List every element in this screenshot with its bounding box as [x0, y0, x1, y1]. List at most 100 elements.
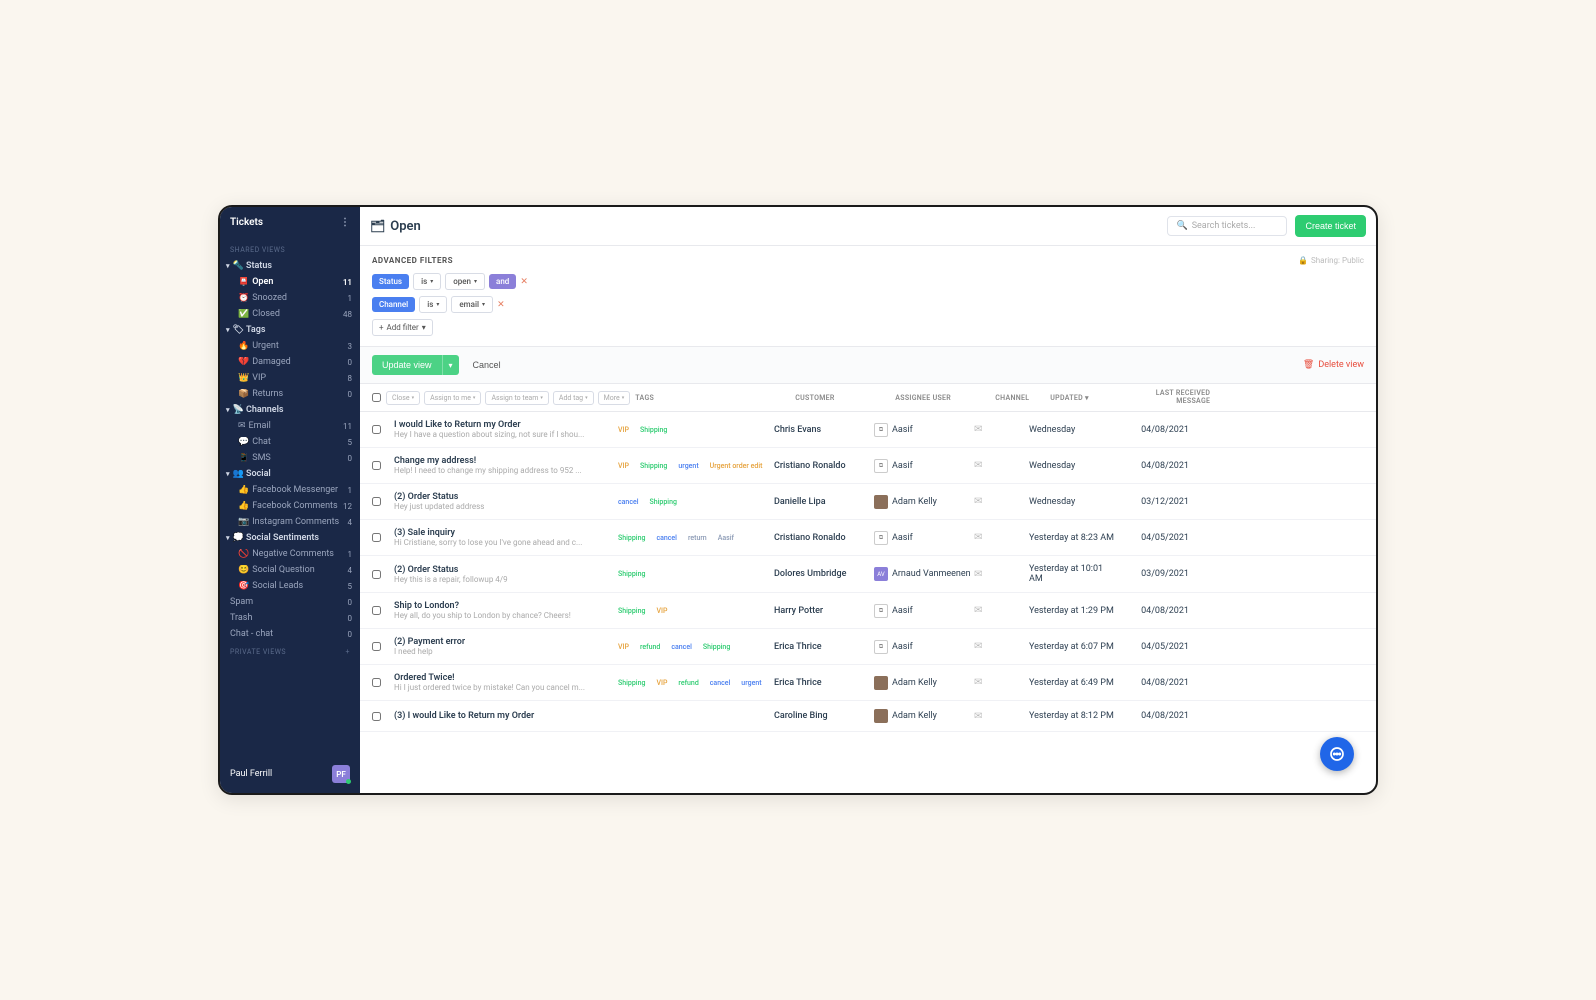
remove-filter-icon[interactable]: ✕	[520, 277, 528, 287]
updated-cell: Yesterday at 8:23 AM	[1029, 533, 1119, 543]
filter-conjunction[interactable]: and	[489, 274, 516, 289]
row-checkbox[interactable]	[372, 712, 381, 721]
sidebar-group-social[interactable]: ▾👥 Social	[220, 466, 360, 482]
ticket-row[interactable]: Ordered Twice! Hi I just ordered twice b…	[360, 665, 1376, 701]
sidebar-item-chat[interactable]: 💬Chat5	[220, 434, 360, 450]
assignee-avatar	[874, 709, 888, 723]
update-view-button[interactable]: Update view	[372, 355, 442, 375]
sidebar-item-damaged[interactable]: 💔Damaged0	[220, 354, 360, 370]
sidebar-item-trash[interactable]: Trash0	[220, 610, 360, 626]
filter-row: Channel is email ✕	[372, 296, 1364, 313]
sidebar-group-status[interactable]: ▾🔦 Status	[220, 258, 360, 274]
sidebar-group-tags[interactable]: ▾🏷 Tags	[220, 322, 360, 338]
ticket-row[interactable]: Ship to London? Hey all, do you ship to …	[360, 593, 1376, 629]
sharing-badge[interactable]: 🔒 Sharing: Public	[1298, 256, 1364, 265]
sidebar-item-sms[interactable]: 📱SMS0	[220, 450, 360, 466]
sidebar-item-spam[interactable]: Spam0	[220, 594, 360, 610]
bulk-assign-to-team[interactable]: Assign to team	[485, 391, 548, 405]
sidebar-item-negative-comments[interactable]: 🚫Negative Comments1	[220, 546, 360, 562]
add-private-view-icon[interactable]: +	[346, 648, 350, 656]
assignee-cell: AVArnaud Vanmeenen	[874, 567, 974, 581]
updated-cell: Yesterday at 1:29 PM	[1029, 606, 1119, 616]
filter-value[interactable]: email	[451, 296, 493, 313]
sidebar-item-instagram-comments[interactable]: 📷Instagram Comments4	[220, 514, 360, 530]
bulk-more[interactable]: More	[598, 391, 631, 405]
filter-operator[interactable]: is	[413, 273, 441, 290]
row-checkbox[interactable]	[372, 461, 381, 470]
bulk-close[interactable]: Close	[386, 391, 420, 405]
ticket-subject: (3) Sale inquiry	[394, 528, 614, 538]
ticket-subject: Ship to London?	[394, 601, 614, 611]
channel-icon: ✉	[974, 496, 1029, 507]
sidebar-menu-icon[interactable]: ⋮	[340, 217, 350, 228]
main-panel: 🗂 Open 🔍 Search tickets... Create ticket…	[360, 207, 1376, 793]
filter-operator[interactable]: is	[419, 296, 447, 313]
ticket-row[interactable]: Change my address! Help! I need to chang…	[360, 448, 1376, 484]
date-cell: 04/08/2021	[1119, 461, 1189, 471]
chat-fab[interactable]	[1320, 737, 1354, 771]
delete-view-button[interactable]: 🗑 Delete view	[1303, 360, 1364, 370]
tag: refund	[636, 642, 664, 652]
customer-cell: Cristiano Ronaldo	[774, 461, 874, 471]
customer-cell: Cristiano Ronaldo	[774, 533, 874, 543]
date-cell: 04/08/2021	[1119, 606, 1189, 616]
sidebar-item-open[interactable]: 📮Open11	[220, 274, 360, 290]
filter-value[interactable]: open	[445, 273, 485, 290]
tags-cell: VIPShippingurgentUrgent order edit	[614, 461, 774, 471]
filters-title: ADVANCED FILTERS	[372, 256, 453, 265]
ticket-row[interactable]: I would Like to Return my Order Hey I ha…	[360, 412, 1376, 448]
bulk-add-tag[interactable]: Add tag	[553, 391, 594, 405]
sidebar-item-chat---chat[interactable]: Chat - chat0	[220, 626, 360, 642]
row-checkbox[interactable]	[372, 425, 381, 434]
filter-field[interactable]: Channel	[372, 297, 415, 312]
remove-filter-icon[interactable]: ✕	[497, 300, 505, 310]
sidebar-group-channels[interactable]: ▾📡 Channels	[220, 402, 360, 418]
col-updated[interactable]: UPDATED ▾	[1050, 394, 1140, 402]
customer-cell: Dolores Umbridge	[774, 569, 874, 579]
bulk-assign-to-me[interactable]: Assign to me	[424, 391, 481, 405]
tags-cell: ShippingcancelreturnAasif	[614, 533, 774, 543]
add-filter-button[interactable]: + Add filter ▾	[372, 319, 433, 336]
select-all-checkbox[interactable]	[372, 393, 381, 402]
search-icon: 🔍	[1176, 221, 1187, 231]
row-checkbox[interactable]	[372, 642, 381, 651]
row-checkbox[interactable]	[372, 533, 381, 542]
sidebar-item-snoozed[interactable]: ⏰Snoozed1	[220, 290, 360, 306]
sidebar-item-email[interactable]: ✉Email11	[220, 418, 360, 434]
ticket-row[interactable]: (2) Order Status Hey just updated addres…	[360, 484, 1376, 520]
tag: Shipping	[699, 642, 734, 652]
ticket-row[interactable]: (2) Payment error I need help VIPrefundc…	[360, 629, 1376, 665]
assignee-cell: Adam Kelly	[874, 676, 974, 690]
create-ticket-button[interactable]: Create ticket	[1295, 215, 1366, 237]
customer-cell: Caroline Bing	[774, 711, 874, 721]
row-checkbox[interactable]	[372, 606, 381, 615]
sidebar-item-vip[interactable]: 👑VIP8	[220, 370, 360, 386]
row-checkbox[interactable]	[372, 678, 381, 687]
sidebar-item-closed[interactable]: ✅Closed48	[220, 306, 360, 322]
sidebar-item-social-leads[interactable]: 🎯Social Leads5	[220, 578, 360, 594]
update-view-dropdown[interactable]: ▾	[442, 355, 459, 375]
sidebar-item-returns[interactable]: 📦Returns0	[220, 386, 360, 402]
sidebar-group-social-sentiments[interactable]: ▾💭 Social Sentiments	[220, 530, 360, 546]
customer-cell: Chris Evans	[774, 425, 874, 435]
updated-cell: Yesterday at 6:49 PM	[1029, 678, 1119, 688]
row-checkbox[interactable]	[372, 497, 381, 506]
ticket-row[interactable]: (3) I would Like to Return my Order Caro…	[360, 701, 1376, 732]
ticket-row[interactable]: (3) Sale inquiry Hi Cristiane, sorry to …	[360, 520, 1376, 556]
ticket-row[interactable]: (2) Order Status Hey this is a repair, f…	[360, 556, 1376, 593]
user-avatar[interactable]: PF	[332, 765, 350, 783]
ticket-preview: I need help	[394, 647, 604, 656]
date-cell: 04/08/2021	[1119, 711, 1189, 721]
ticket-subject: (3) I would Like to Return my Order	[394, 711, 614, 721]
cancel-button[interactable]: Cancel	[465, 355, 509, 375]
sidebar-header: Tickets ⋮	[220, 207, 360, 240]
sidebar-item-urgent[interactable]: 🔥Urgent3	[220, 338, 360, 354]
assignee-avatar	[874, 495, 888, 509]
search-input[interactable]: 🔍 Search tickets...	[1167, 216, 1287, 236]
sidebar-title: Tickets	[230, 217, 263, 228]
filter-field[interactable]: Status	[372, 274, 409, 289]
sidebar-item-social-question[interactable]: 😊Social Question4	[220, 562, 360, 578]
sidebar-item-facebook-messenger[interactable]: 👍Facebook Messenger1	[220, 482, 360, 498]
sidebar-item-facebook-comments[interactable]: 👍Facebook Comments12	[220, 498, 360, 514]
row-checkbox[interactable]	[372, 570, 381, 579]
